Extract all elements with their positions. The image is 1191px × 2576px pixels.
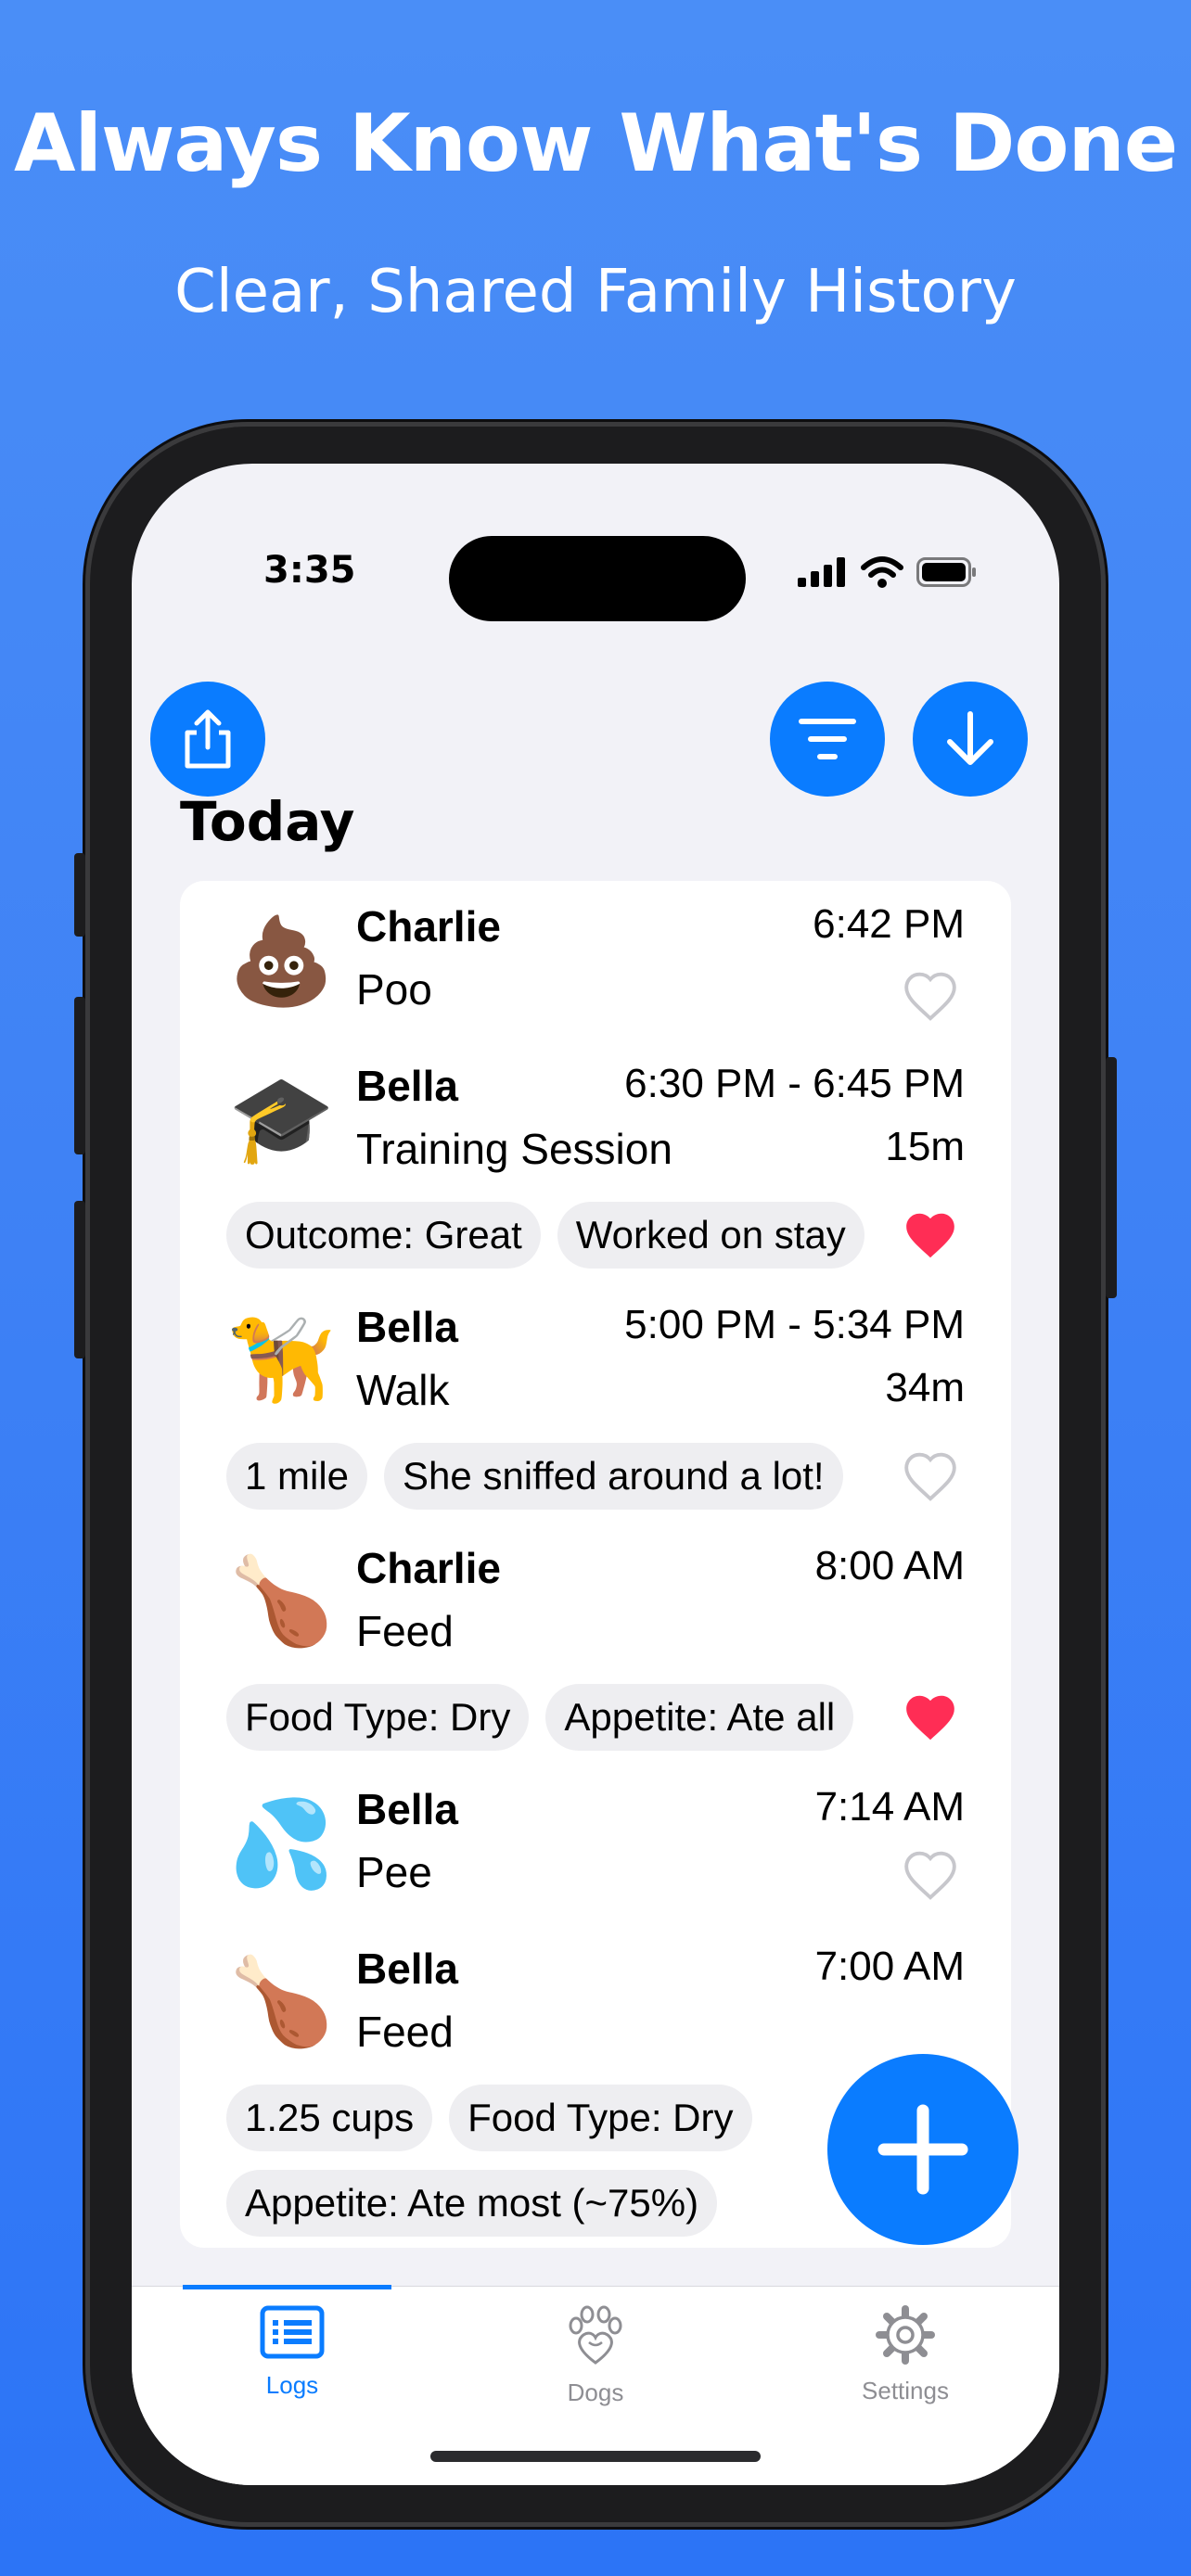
drumstick-icon: 🍗 xyxy=(228,1955,335,2049)
tag-chip: Food Type: Dry xyxy=(226,1684,530,1751)
tab-label: Logs xyxy=(265,2371,319,2399)
entry-dog-name: Bella xyxy=(356,1945,458,1993)
heart-outline-icon[interactable] xyxy=(902,1847,959,1905)
entry-time: 7:14 AM xyxy=(814,1784,965,1830)
tab-label: Dogs xyxy=(567,2378,624,2406)
entry-activity: Poo xyxy=(356,965,432,1014)
entry-dog-name: Bella xyxy=(356,1785,458,1833)
graduation-cap-icon: 🎓 xyxy=(228,1072,335,1167)
entry-duration: 15m xyxy=(885,1124,965,1169)
promo-subheadline: Clear, Shared Family History xyxy=(174,258,1017,326)
entry-tags: Outcome: Great Worked on stay xyxy=(226,1202,864,1269)
tag-chip: Outcome: Great xyxy=(226,1202,541,1269)
tab-logs[interactable]: Logs xyxy=(181,2305,403,2400)
entry-tags: 1.25 cups Food Type: Dry xyxy=(226,2085,752,2151)
sweat-droplets-icon: 💦 xyxy=(228,1797,335,1892)
heart-filled-icon[interactable] xyxy=(902,1207,959,1265)
heart-outline-icon[interactable] xyxy=(902,968,959,1026)
entry-dog-name: Bella xyxy=(356,1303,458,1351)
heart-filled-icon[interactable] xyxy=(902,1690,959,1747)
tag-chip: 1 mile xyxy=(226,1443,368,1510)
tag-chip: Food Type: Dry xyxy=(449,2085,752,2151)
filter-icon xyxy=(799,719,856,759)
entry-time: 7:00 AM xyxy=(814,1944,965,1989)
promo-headline: Always Know What's Done xyxy=(13,97,1178,190)
logs-icon xyxy=(260,2305,325,2359)
add-log-button[interactable] xyxy=(827,2054,1018,2245)
volume-down-button xyxy=(74,1201,85,1358)
entry-duration: 34m xyxy=(885,1365,965,1410)
plus-icon xyxy=(877,2104,968,2195)
entry-tags: Food Type: Dry Appetite: Ate all xyxy=(226,1684,854,1751)
entry-time: 5:00 PM - 5:34 PM xyxy=(624,1302,965,1347)
paw-heart-icon xyxy=(569,2305,622,2365)
tab-label: Settings xyxy=(862,2377,949,2404)
drumstick-icon: 🍗 xyxy=(228,1554,335,1649)
tag-chip: She sniffed around a lot! xyxy=(384,1443,843,1510)
gear-icon xyxy=(876,2305,935,2365)
tag-chip: Worked on stay xyxy=(557,1202,864,1269)
home-indicator xyxy=(430,2451,761,2462)
heart-outline-icon[interactable] xyxy=(902,1448,959,1506)
guide-dog-icon: 🦮 xyxy=(228,1313,335,1408)
entry-dog-name: Bella xyxy=(356,1062,458,1110)
status-icons xyxy=(798,556,978,588)
share-button[interactable] xyxy=(150,682,265,797)
log-entry[interactable]: 💦 Bella Pee 7:14 AM xyxy=(180,1784,1011,1923)
power-button xyxy=(1106,1057,1117,1298)
log-entry[interactable]: 💩 Charlie Poo 6:42 PM xyxy=(180,901,1011,1040)
action-button xyxy=(74,853,85,937)
tab-active-indicator xyxy=(183,2285,391,2289)
log-list-card: 💩 Charlie Poo 6:42 PM 🎓 Bella Training S… xyxy=(180,881,1011,2248)
cellular-signal-icon xyxy=(798,557,845,587)
entry-activity: Training Session xyxy=(356,1125,672,1173)
download-icon xyxy=(947,711,993,765)
log-entry[interactable]: 🎓 Bella Training Session 6:30 PM - 6:45 … xyxy=(180,1061,1011,1283)
tag-chip: 1.25 cups xyxy=(226,2085,433,2151)
entry-activity: Walk xyxy=(356,1366,450,1414)
log-entry[interactable]: 🦮 Bella Walk 5:00 PM - 5:34 PM 34m 1 mil… xyxy=(180,1302,1011,1524)
dynamic-island xyxy=(449,536,746,621)
entry-tags-row-2: Appetite: Ate most (~75%) xyxy=(226,2170,718,2237)
volume-up-button xyxy=(74,997,85,1154)
app-screen: 3:35 Today 💩 Charlie Poo 6:42 PM 🎓 Bella… xyxy=(132,464,1059,2485)
poo-icon: 💩 xyxy=(228,914,335,1009)
entry-activity: Feed xyxy=(356,1607,454,1655)
tab-dogs[interactable]: Dogs xyxy=(484,2305,707,2407)
entry-dog-name: Charlie xyxy=(356,902,501,950)
battery-icon xyxy=(916,557,976,587)
share-icon xyxy=(185,709,231,769)
filter-button[interactable] xyxy=(770,682,885,797)
tag-chip: Appetite: Ate all xyxy=(545,1684,854,1751)
entry-tags: 1 mile She sniffed around a lot! xyxy=(226,1443,843,1510)
status-time: 3:35 xyxy=(263,549,356,592)
tab-settings[interactable]: Settings xyxy=(794,2305,1017,2405)
section-title-today: Today xyxy=(180,790,355,853)
entry-activity: Pee xyxy=(356,1848,432,1896)
entry-time: 6:42 PM xyxy=(813,901,965,947)
entry-activity: Feed xyxy=(356,2008,454,2056)
wifi-icon xyxy=(861,556,903,588)
log-entry[interactable]: 🍗 Charlie Feed 8:00 AM Food Type: Dry Ap… xyxy=(180,1543,1011,1766)
entry-time: 6:30 PM - 6:45 PM xyxy=(624,1061,965,1106)
scroll-down-button[interactable] xyxy=(913,682,1028,797)
entry-time: 8:00 AM xyxy=(814,1543,965,1588)
tag-chip: Appetite: Ate most (~75%) xyxy=(226,2170,718,2237)
entry-dog-name: Charlie xyxy=(356,1544,501,1592)
phone-frame: 3:35 Today 💩 Charlie Poo 6:42 PM 🎓 Bella… xyxy=(74,422,1117,2527)
